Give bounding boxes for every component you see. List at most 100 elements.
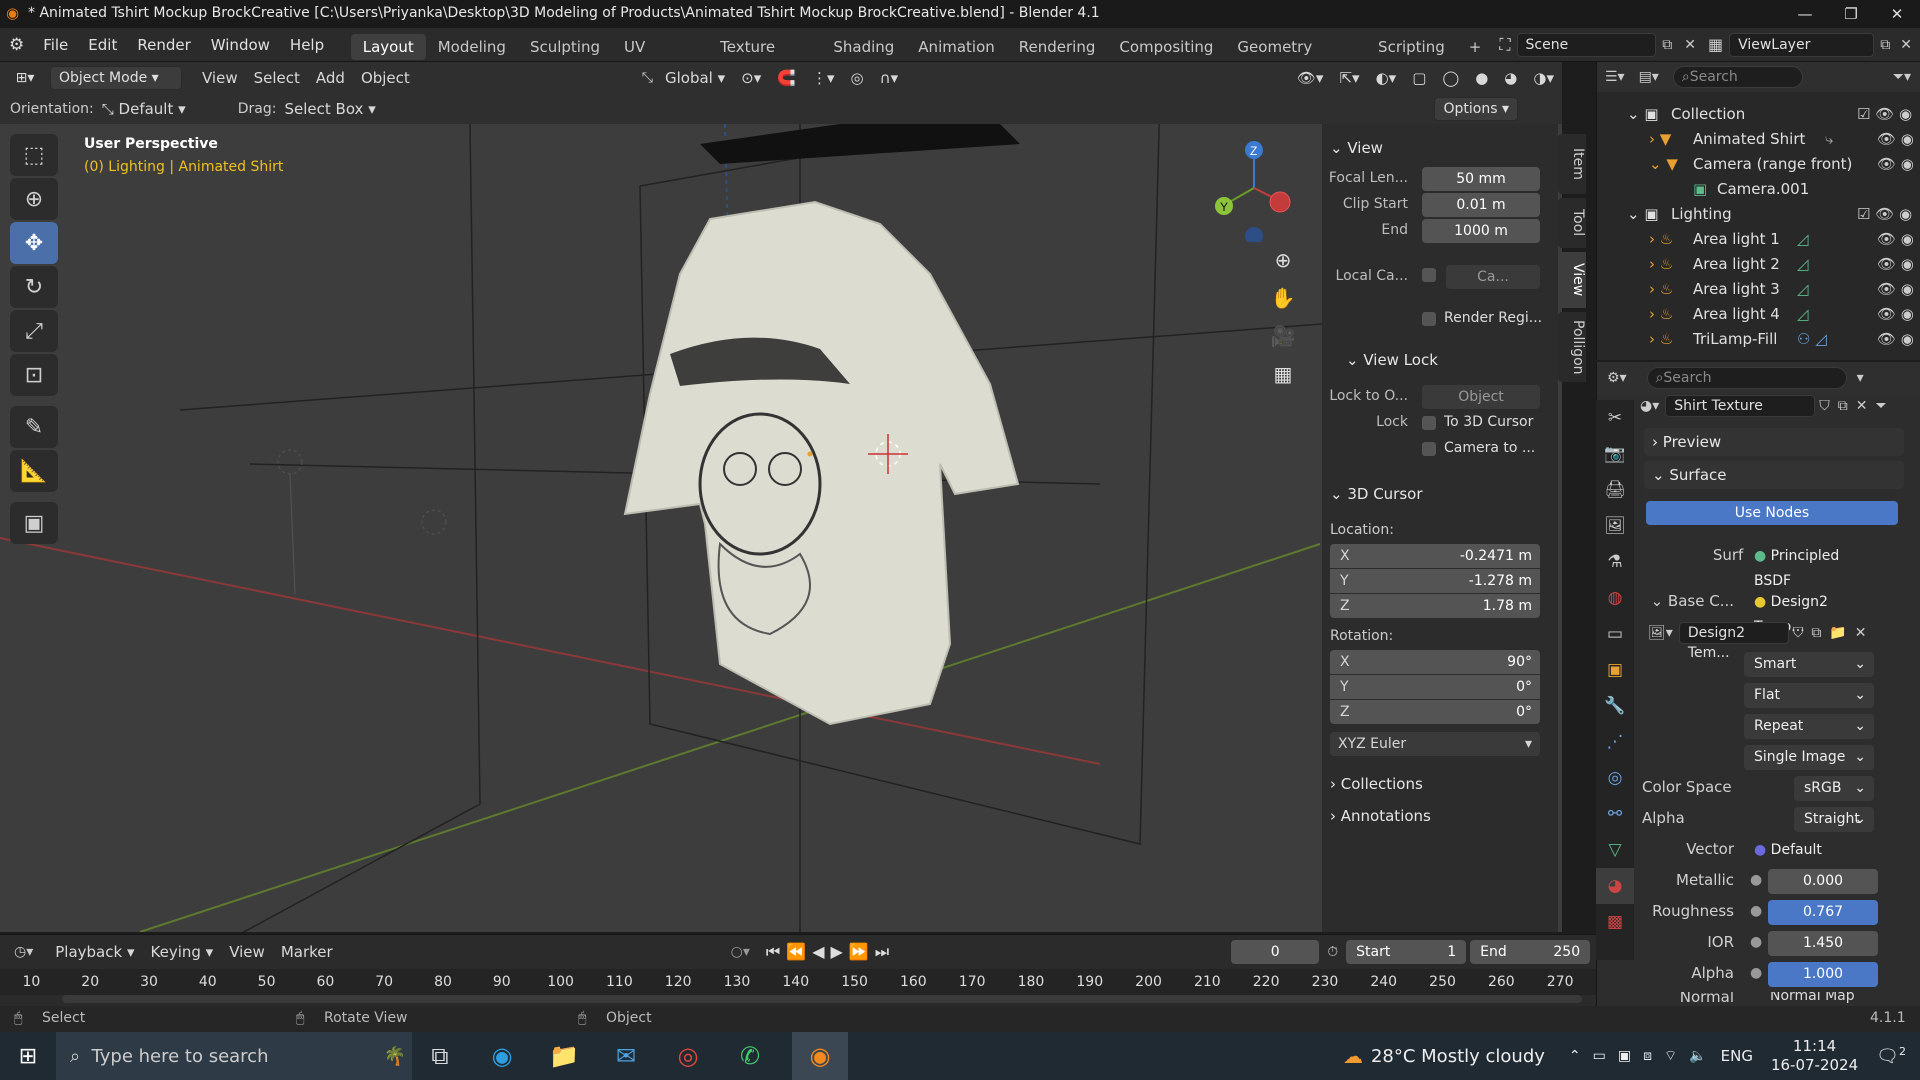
preview-panel-header[interactable]: › Preview bbox=[1644, 428, 1904, 456]
metallic-field[interactable]: 0.000 bbox=[1768, 869, 1878, 894]
outliner-search-input[interactable]: ⌕ Search bbox=[1672, 66, 1803, 88]
cursor-location-x[interactable]: X -0.2471 m bbox=[1330, 544, 1540, 568]
view-lock-header[interactable]: ⌄ View Lock bbox=[1346, 346, 1438, 374]
cursor-location-y[interactable]: Y -1.278 m bbox=[1330, 569, 1540, 593]
vector-input[interactable]: ● Default bbox=[1744, 838, 1874, 863]
snap-icon[interactable]: 🧲 bbox=[769, 69, 804, 87]
render-region-checkbox[interactable] bbox=[1422, 312, 1436, 326]
orientation-dropdown[interactable]: ⤡ Default ▾ bbox=[94, 100, 224, 118]
current-frame-field[interactable]: 0 bbox=[1231, 940, 1320, 964]
cursor-rotation-z[interactable]: Z 0° bbox=[1330, 700, 1540, 724]
surface-shader-field[interactable]: ● Principled BSDF bbox=[1744, 544, 1876, 589]
roughness-field[interactable]: 0.767 bbox=[1768, 900, 1878, 925]
tab-shading[interactable]: Shading bbox=[821, 34, 906, 60]
scene-icon[interactable]: ⛶ bbox=[1493, 35, 1516, 55]
shading-material-icon[interactable]: ◕ bbox=[1496, 69, 1525, 87]
volume-icon[interactable]: 🔈 bbox=[1683, 1048, 1712, 1064]
timeline-editor-icon[interactable]: ◷▾ bbox=[0, 944, 47, 960]
image-fake-user-icon[interactable]: ⛉ bbox=[1789, 625, 1808, 641]
add-cube-tool-icon[interactable]: ▣ bbox=[10, 502, 58, 544]
tshirt-mesh[interactable] bbox=[623, 200, 1020, 726]
tab-polligon[interactable]: Polligon bbox=[1558, 312, 1586, 382]
collection-props-icon[interactable]: ▭ bbox=[1596, 616, 1634, 652]
physics-props-icon[interactable]: ◎ bbox=[1596, 760, 1634, 796]
snap-target-icon[interactable]: ⋮▾ bbox=[804, 69, 843, 87]
windows-start-icon[interactable]: ⊞ bbox=[0, 1036, 56, 1076]
duplicate-material-icon[interactable]: ⧉ bbox=[1834, 398, 1852, 414]
timeline-menu-playback[interactable]: Playback ▾ bbox=[47, 943, 142, 961]
tab-compositing[interactable]: Compositing bbox=[1107, 34, 1225, 60]
outliner-row-lighting[interactable]: ⌄ ▣ Lighting ☑ 👁 ◉ bbox=[1597, 202, 1920, 227]
image-browse-icon[interactable]: 🖼▾ bbox=[1648, 625, 1673, 641]
shading-wireframe-icon[interactable]: ◯ bbox=[1434, 69, 1467, 87]
3d-cursor-header[interactable]: ⌄ 3D Cursor bbox=[1330, 480, 1423, 508]
auto-key-icon[interactable]: ○▾ bbox=[721, 944, 760, 960]
rotate-tool-icon[interactable]: ↻ bbox=[10, 266, 58, 308]
filter-icon[interactable]: ⏷▾ bbox=[1883, 69, 1920, 85]
shading-render-icon[interactable]: ◑▾ bbox=[1525, 69, 1562, 87]
source-dropdown[interactable]: Single Image ⌄ bbox=[1744, 745, 1874, 770]
viewlayer-new-icon[interactable]: ⧉ bbox=[1874, 37, 1896, 53]
image-name-field[interactable]: Design2 Tem... bbox=[1678, 622, 1789, 661]
view-section-header[interactable]: ⌄ View bbox=[1330, 134, 1383, 162]
normal-input[interactable]: Normal Map bbox=[1770, 992, 1855, 1004]
tab-item[interactable]: Item bbox=[1558, 134, 1586, 194]
overlay-toggle-icon[interactable]: ◐▾ bbox=[1368, 69, 1405, 87]
lock-to-object-field[interactable]: Object bbox=[1422, 385, 1540, 409]
display-icon[interactable]: ⧈ bbox=[1637, 1048, 1658, 1064]
viewlayer-icon[interactable]: ▦ bbox=[1702, 35, 1729, 54]
view-layer-props-icon[interactable]: 🖼 bbox=[1596, 508, 1634, 544]
scale-tool-icon[interactable]: ⤢ bbox=[10, 310, 58, 352]
clock[interactable]: 11:14 16-07-2024 bbox=[1761, 1037, 1868, 1075]
unlink-material-icon[interactable]: ✕ bbox=[1852, 398, 1872, 414]
tab-scripting[interactable]: Scripting bbox=[1366, 34, 1457, 60]
lock-to-cursor-checkbox[interactable] bbox=[1422, 416, 1436, 430]
output-props-icon[interactable]: 🖨 bbox=[1596, 472, 1634, 508]
extension-dropdown[interactable]: Repeat ⌄ bbox=[1744, 714, 1874, 739]
start-frame-field[interactable]: Start 1 bbox=[1346, 940, 1467, 964]
ior-field[interactable]: 1.450 bbox=[1768, 931, 1878, 956]
viewport-menu-select[interactable]: Select bbox=[246, 69, 308, 87]
local-camera-field[interactable]: Ca... bbox=[1446, 265, 1540, 289]
proportional-edit-icon[interactable]: ◎ bbox=[843, 69, 872, 87]
particles-props-icon[interactable]: ⋰ bbox=[1596, 724, 1634, 760]
notification-center-icon[interactable]: 🗨2 bbox=[1868, 1045, 1920, 1067]
blender-menu-icon[interactable]: ⚙ bbox=[0, 35, 33, 55]
pivot-icon[interactable]: ⊙▾ bbox=[733, 69, 769, 87]
cursor-location-z[interactable]: Z 1.78 m bbox=[1330, 594, 1540, 618]
outliner-editor-icon[interactable]: ☰▾ bbox=[1597, 69, 1633, 85]
viewport-menu-object[interactable]: Object bbox=[353, 69, 418, 87]
surface-panel-header[interactable]: ⌄ Surface bbox=[1644, 461, 1904, 489]
scene-close-icon[interactable]: ✕ bbox=[1678, 37, 1702, 53]
battery-icon[interactable]: ▭ bbox=[1587, 1048, 1612, 1064]
menu-file[interactable]: File bbox=[33, 28, 78, 62]
menu-window[interactable]: Window bbox=[201, 28, 280, 62]
projection-dropdown[interactable]: Flat ⌄ bbox=[1744, 683, 1874, 708]
color-space-dropdown[interactable]: sRGB ⌄ bbox=[1794, 776, 1874, 801]
visibility-icon[interactable]: 👁▾ bbox=[1289, 69, 1332, 87]
outliner-row-area-light-3[interactable]: › ♨ Area light 3 ◿ 👁 ◉ bbox=[1597, 277, 1920, 302]
image-unlink-icon[interactable]: ✕ bbox=[1851, 625, 1871, 641]
material-filter-icon[interactable]: ⏷ bbox=[1871, 398, 1890, 414]
outliner-row-camera-001[interactable]: ▣ Camera.001 bbox=[1597, 177, 1920, 202]
tab-modeling[interactable]: Modeling bbox=[426, 34, 518, 60]
viewlayer-close-icon[interactable]: ✕ bbox=[1896, 37, 1920, 53]
cursor-tool-icon[interactable]: ⊕ bbox=[10, 178, 58, 220]
viewport-menu-add[interactable]: Add bbox=[308, 69, 353, 87]
restore-button[interactable]: ❐ bbox=[1828, 0, 1874, 28]
weather-icon[interactable]: ☁ bbox=[1343, 1044, 1363, 1068]
tab-geometry-nodes[interactable]: Geometry Nodes bbox=[1225, 34, 1366, 82]
tab-rendering[interactable]: Rendering bbox=[1007, 34, 1108, 60]
material-name-field[interactable]: Shirt Texture bbox=[1665, 395, 1816, 417]
options-dropdown[interactable]: Options ▾ bbox=[1434, 97, 1518, 121]
tool-props-icon[interactable]: ✂ bbox=[1596, 400, 1634, 436]
mode-dropdown[interactable]: Object Mode ▾ bbox=[50, 66, 182, 90]
focal-length-field[interactable]: 50 mm bbox=[1422, 167, 1540, 191]
clip-start-field[interactable]: 0.01 m bbox=[1422, 193, 1540, 217]
fake-user-icon[interactable]: ⛉ bbox=[1815, 398, 1834, 414]
rotation-mode-dropdown[interactable]: XYZ Euler ▾ bbox=[1330, 732, 1540, 756]
tab-tool[interactable]: Tool bbox=[1558, 198, 1586, 248]
constraints-props-icon[interactable]: ⚯ bbox=[1596, 796, 1634, 832]
render-props-icon[interactable]: 📷 bbox=[1596, 436, 1634, 472]
material-props-icon[interactable]: ◕ bbox=[1596, 868, 1634, 904]
